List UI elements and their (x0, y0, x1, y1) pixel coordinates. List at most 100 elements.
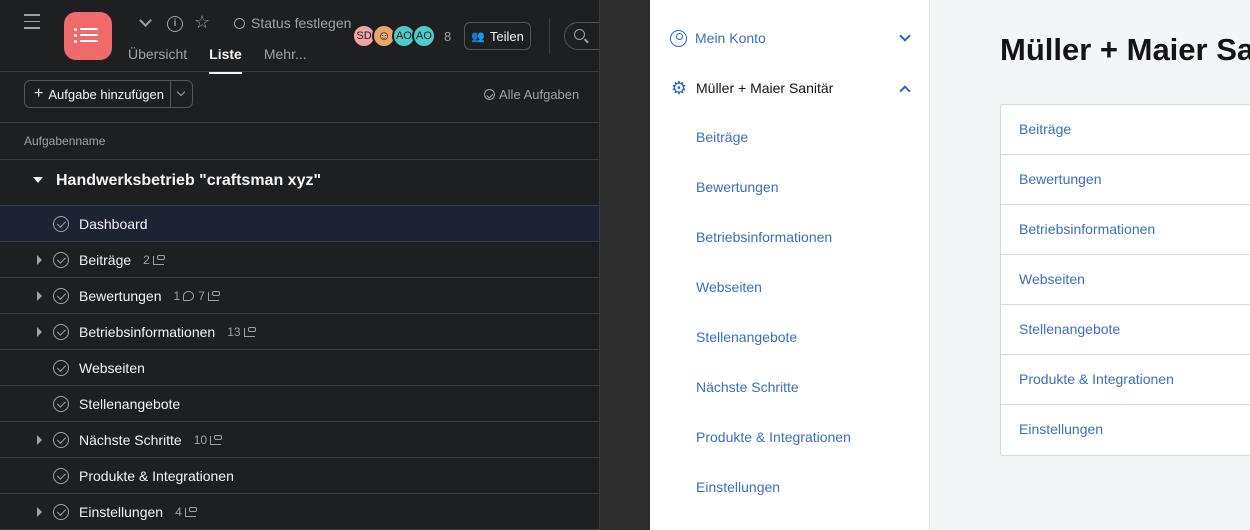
filter-label: Alle Aufgaben (499, 87, 580, 102)
task-name-text[interactable]: Beiträge (79, 252, 131, 268)
complete-check-icon[interactable] (53, 468, 69, 484)
subtask-count[interactable]: 10 (194, 433, 223, 447)
search-input[interactable] (564, 22, 599, 50)
settings-card: Beiträge Bewertungen Betriebsinformationen… (1000, 104, 1250, 456)
share-label: Teilen (489, 28, 524, 44)
sidebar-subitem[interactable]: Nächste Schritte (696, 379, 799, 395)
task-name-text[interactable]: Dashboard (79, 216, 148, 232)
sidebar-subitem[interactable]: Betriebsinformationen (696, 229, 832, 245)
expand-triangle-icon[interactable] (37, 291, 42, 301)
gear-icon: ⚙ (670, 78, 688, 98)
task-row[interactable]: Stellenangebote (0, 386, 599, 422)
user-icon (670, 29, 687, 47)
window-gap (600, 0, 650, 530)
expand-triangle-icon[interactable] (37, 507, 42, 517)
task-name[interactable]: Einstellungen 4 (79, 504, 197, 520)
task-row[interactable]: Bewertungen 1 7 (0, 278, 599, 314)
tab-overview[interactable]: Übersicht (128, 46, 187, 74)
avatar[interactable]: AO (412, 24, 436, 48)
add-task-dropdown[interactable] (170, 81, 192, 107)
card-link-item[interactable]: Einstellungen (1001, 405, 1250, 455)
sidebar-subitem[interactable]: Beiträge (696, 129, 748, 145)
task-name[interactable]: Dashboard (79, 216, 148, 232)
sidebar-item-account[interactable]: Mein Konto (670, 26, 766, 50)
filter-all-tasks[interactable]: Alle Aufgaben (484, 87, 579, 102)
card-link-item[interactable]: Produkte & Integrationen (1001, 355, 1250, 405)
expand-triangle-icon[interactable] (37, 435, 42, 445)
divider (0, 71, 599, 72)
task-name-text[interactable]: Einstellungen (79, 504, 163, 520)
task-name-text[interactable]: Betriebsinformationen (79, 324, 215, 340)
column-header-task-name[interactable]: Aufgabenname (24, 134, 105, 148)
task-name[interactable]: Stellenangebote (79, 396, 180, 412)
sidebar-subitem[interactable]: Webseiten (696, 279, 762, 295)
task-row[interactable]: Beiträge 2 (0, 242, 599, 278)
task-name[interactable]: Nächste Schritte 10 (79, 432, 223, 448)
subtask-icon (243, 326, 256, 337)
task-name[interactable]: Beiträge 2 (79, 252, 165, 268)
chevron-down-icon[interactable] (139, 14, 152, 27)
settings-sidebar: Mein Konto ⚙ Müller + Maier Sanitär Beit… (650, 0, 930, 530)
menu-icon[interactable] (24, 14, 40, 29)
complete-check-icon[interactable] (53, 288, 69, 304)
sidebar-subitem[interactable]: Stellenangebote (696, 329, 797, 345)
complete-check-icon[interactable] (53, 504, 69, 520)
sidebar-subitem[interactable]: Einstellungen (696, 479, 780, 495)
section-title[interactable]: Handwerksbetrieb "craftsman xyz" (56, 172, 321, 190)
task-name-text[interactable]: Webseiten (79, 360, 145, 376)
tab-list[interactable]: Liste (209, 46, 242, 74)
card-link-item[interactable]: Webseiten (1001, 255, 1250, 305)
complete-check-icon[interactable] (53, 324, 69, 340)
add-task-main[interactable]: + Aufgabe hinzufügen (25, 81, 170, 107)
chevron-down-icon[interactable] (899, 30, 911, 42)
task-name[interactable]: Webseiten (79, 360, 145, 376)
subtask-icon (152, 254, 165, 265)
section-header[interactable]: Handwerksbetrieb "craftsman xyz" (0, 160, 599, 206)
expand-triangle-icon[interactable] (37, 255, 42, 265)
task-name[interactable]: Bewertungen 1 7 (79, 288, 220, 304)
sidebar-subitem[interactable]: Produkte & Integrationen (696, 429, 851, 445)
sidebar-subitem[interactable]: Bewertungen (696, 179, 779, 195)
card-link-item[interactable]: Bewertungen (1001, 155, 1250, 205)
star-icon[interactable]: ☆ (194, 12, 210, 32)
share-button[interactable]: 👥 Teilen (464, 22, 531, 50)
subtask-count[interactable]: 13 (227, 325, 256, 339)
add-task-label: Aufgabe hinzufügen (48, 86, 164, 102)
sidebar-item-company[interactable]: ⚙ Müller + Maier Sanitär (670, 76, 833, 100)
complete-check-icon[interactable] (53, 252, 69, 268)
task-row[interactable]: Produkte & Integrationen (0, 458, 599, 494)
task-name-text[interactable]: Nächste Schritte (79, 432, 182, 448)
task-name-text[interactable]: Produkte & Integrationen (79, 468, 234, 484)
complete-check-icon[interactable] (53, 216, 69, 232)
complete-check-icon[interactable] (53, 396, 69, 412)
plus-icon: + (34, 85, 44, 102)
search-icon (574, 29, 585, 40)
task-name[interactable]: Produkte & Integrationen (79, 468, 234, 484)
task-row[interactable]: Betriebsinformationen 13 (0, 314, 599, 350)
status-button[interactable]: Status festlegen (234, 15, 351, 31)
task-row[interactable]: Einstellungen 4 (0, 494, 599, 530)
add-task-button[interactable]: + Aufgabe hinzufügen (24, 80, 193, 108)
card-link-item[interactable]: Stellenangebote (1001, 305, 1250, 355)
subtask-count[interactable]: 4 (175, 505, 197, 519)
subtask-count[interactable]: 7 (198, 289, 220, 303)
comment-count[interactable]: 1 (174, 289, 199, 303)
complete-check-icon[interactable] (53, 432, 69, 448)
collapse-triangle-icon[interactable] (33, 177, 43, 183)
member-avatars[interactable]: SD ☺ AO AO 8 (352, 24, 451, 48)
chevron-up-icon[interactable] (899, 85, 911, 97)
tab-more[interactable]: Mehr... (264, 46, 307, 74)
task-name-text[interactable]: Stellenangebote (79, 396, 180, 412)
card-link-item[interactable]: Betriebsinformationen (1001, 205, 1250, 255)
info-icon[interactable]: i (167, 16, 183, 32)
task-name[interactable]: Betriebsinformationen 13 (79, 324, 256, 340)
task-row[interactable]: Webseiten (0, 350, 599, 386)
complete-check-icon[interactable] (53, 360, 69, 376)
card-link-item[interactable]: Beiträge (1001, 105, 1250, 155)
task-row[interactable]: Dashboard (0, 206, 599, 242)
settings-panel: Mein Konto ⚙ Müller + Maier Sanitär Beit… (650, 0, 1250, 530)
expand-triangle-icon[interactable] (37, 327, 42, 337)
subtask-count[interactable]: 2 (143, 253, 165, 267)
task-row[interactable]: Nächste Schritte 10 (0, 422, 599, 458)
task-name-text[interactable]: Bewertungen (79, 288, 162, 304)
